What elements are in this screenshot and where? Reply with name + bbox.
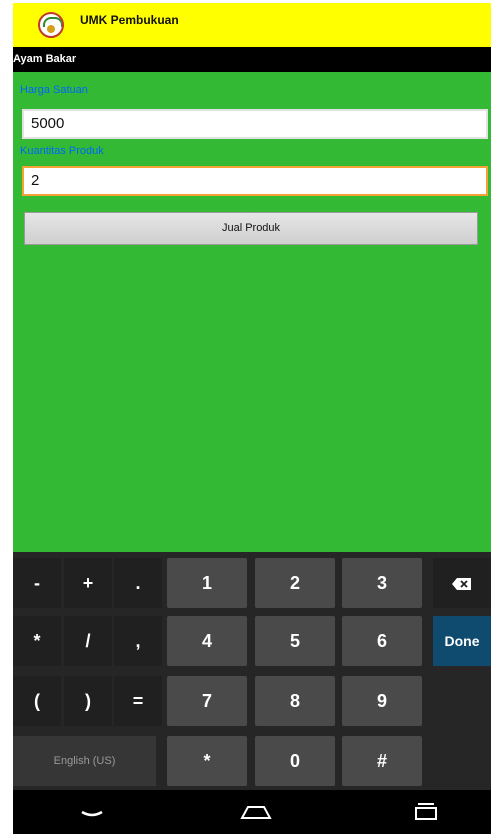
key-3[interactable]: 3 (342, 558, 422, 608)
key-4[interactable]: 4 (167, 616, 247, 666)
sell-product-button[interactable]: Jual Produk (24, 212, 478, 245)
key-2[interactable]: 2 (255, 558, 335, 608)
language-key[interactable]: English (US) (13, 736, 156, 786)
key-5[interactable]: 5 (255, 616, 335, 666)
back-icon[interactable] (77, 790, 107, 834)
quantity-label: Kuantitas Produk (20, 145, 104, 157)
navigation-bar (13, 790, 491, 834)
key-asterisk[interactable]: * (13, 616, 61, 666)
price-field[interactable]: 5000 (22, 109, 488, 139)
key-star[interactable]: * (167, 736, 247, 786)
key-plus[interactable]: + (64, 558, 112, 608)
key-7[interactable]: 7 (167, 676, 247, 726)
recent-apps-icon[interactable] (413, 790, 439, 834)
home-icon[interactable] (238, 790, 274, 834)
key-hash[interactable]: # (342, 736, 422, 786)
app-bar: UMK Pembukuan (13, 3, 491, 47)
product-name: Ayam Bakar (13, 53, 77, 65)
key-0[interactable]: 0 (255, 736, 335, 786)
key-close-paren[interactable]: ) (64, 676, 112, 726)
key-1[interactable]: 1 (167, 558, 247, 608)
key-minus[interactable]: - (13, 558, 61, 608)
key-period[interactable]: . (114, 558, 162, 608)
key-equals[interactable]: = (114, 676, 162, 726)
form-area: Harga Satuan 5000 Kuantitas Produk 2 Jua… (13, 72, 491, 552)
product-header: Ayam Bakar (13, 47, 491, 72)
backspace-icon (452, 578, 471, 591)
done-key[interactable]: Done (433, 616, 491, 666)
key-slash[interactable]: / (64, 616, 112, 666)
key-open-paren[interactable]: ( (13, 676, 61, 726)
key-6[interactable]: 6 (342, 616, 422, 666)
quantity-field[interactable]: 2 (22, 166, 488, 196)
app-title: UMK Pembukuan (80, 13, 179, 27)
key-8[interactable]: 8 (255, 676, 335, 726)
app-logo-icon (38, 12, 64, 38)
key-9[interactable]: 9 (342, 676, 422, 726)
backspace-key[interactable] (433, 558, 491, 608)
price-label: Harga Satuan (20, 84, 88, 96)
numeric-keyboard: - + . 1 2 3 * / , 4 5 6 Done ( ) = 7 8 9… (13, 552, 491, 790)
key-comma[interactable]: , (114, 616, 162, 666)
